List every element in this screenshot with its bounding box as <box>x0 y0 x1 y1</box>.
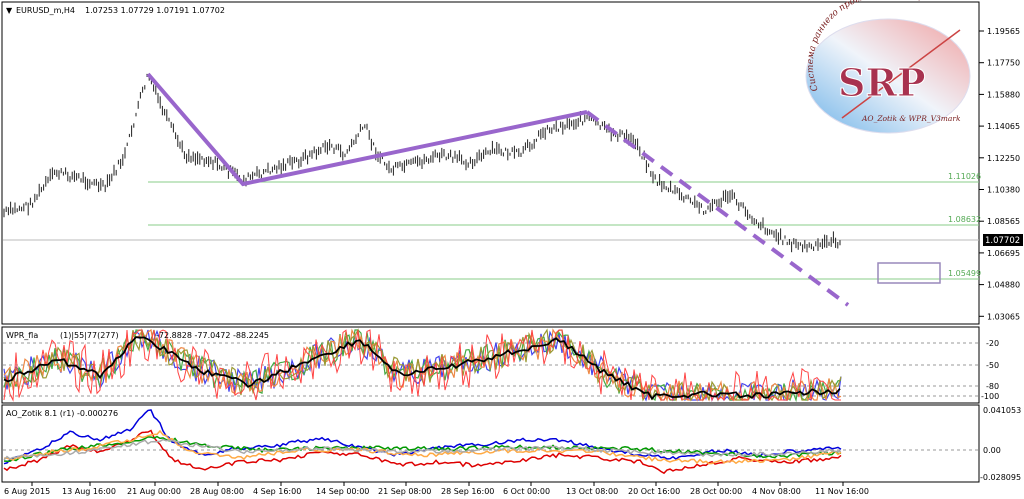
time-axis-label: 14 Sep 00:00 <box>316 487 369 496</box>
price-scale-label: 1.04880 <box>987 281 1020 290</box>
logo-footer: AO_Zotik & WPR_V3mark <box>861 114 961 123</box>
price-scale-label: 1.03065 <box>987 312 1020 321</box>
price-scale-label: 1.17750 <box>987 59 1020 68</box>
time-axis-label: 13 Aug 16:00 <box>62 487 116 496</box>
time-axis-label: 21 Aug 00:00 <box>127 487 181 496</box>
wpr-label-name: WPR_fla <box>6 331 38 340</box>
ohlc-values: 1.07253 1.07729 1.07191 1.07702 <box>85 6 225 15</box>
time-axis-label: 21 Sep 08:00 <box>378 487 431 496</box>
symbol-label: EURUSD_m,H4 <box>16 6 75 15</box>
symbol-dropdown-icon[interactable]: ▼ <box>6 6 13 15</box>
time-axis-label: 28 Sep 16:00 <box>441 487 494 496</box>
price-scale-label: 1.19565 <box>987 27 1020 36</box>
price-scale-label: 1.15880 <box>987 90 1020 99</box>
time-axis-label: 28 Oct 00:00 <box>690 487 742 496</box>
logo-letters: SRP <box>838 60 926 105</box>
wpr-label-values: -72.8828 -77.0472 -88.2245 <box>156 331 269 340</box>
wpr-level-label: -100 <box>981 392 999 401</box>
time-axis-label: 11 Nov 16:00 <box>815 487 869 496</box>
price-scale-label: 1.10380 <box>987 186 1020 195</box>
price-scale-label: 1.14065 <box>987 122 1020 131</box>
ao-label: AO_Zotik 8.1 (r1) -0.000276 <box>6 409 118 418</box>
price-scale-label: 1.06695 <box>987 249 1020 258</box>
wpr-label-params: (1)|55|77(277) <box>60 331 119 340</box>
ao-level-label: 0.041053 <box>983 406 1021 415</box>
time-axis-label: 28 Aug 08:00 <box>190 487 244 496</box>
fib-level-label-2: 1.08632 <box>948 215 981 224</box>
fib-level-label-3: 1.05499 <box>948 269 981 278</box>
fib-level-label-1: 1.11026 <box>948 172 981 181</box>
ao-level-label: -0.028095 <box>980 473 1021 482</box>
price-scale-label: 1.12250 <box>987 154 1020 163</box>
wpr-level-label: -20 <box>986 339 999 348</box>
price-scale-label: 1.08565 <box>987 217 1020 226</box>
wpr-level-label: -50 <box>986 361 999 370</box>
time-axis-label: 6 Aug 2015 <box>4 487 50 496</box>
trading-chart[interactable]: 1.11026 1.08632 1.05499 ▼ EURUSD_m,H4 1.… <box>0 0 1024 499</box>
time-axis-label: 6 Oct 00:00 <box>503 487 550 496</box>
price-scale[interactable]: 1.19565 1.17750 1.15880 1.14065 1.12250 1.103… <box>979 27 1020 321</box>
time-axis-label: 13 Oct 08:00 <box>566 487 618 496</box>
time-axis-label: 4 Sep 16:00 <box>253 487 301 496</box>
time-axis-label: 20 Oct 16:00 <box>628 487 680 496</box>
time-axis-label: 4 Nov 08:00 <box>752 487 801 496</box>
ao-level-label: 0.00 <box>983 446 1001 455</box>
current-price-label: 1.07702 <box>985 236 1020 246</box>
wpr-level-label: -80 <box>986 382 999 391</box>
time-axis[interactable]: 6 Aug 2015 13 Aug 16:00 21 Aug 00:00 28 Aug… <box>4 482 869 496</box>
